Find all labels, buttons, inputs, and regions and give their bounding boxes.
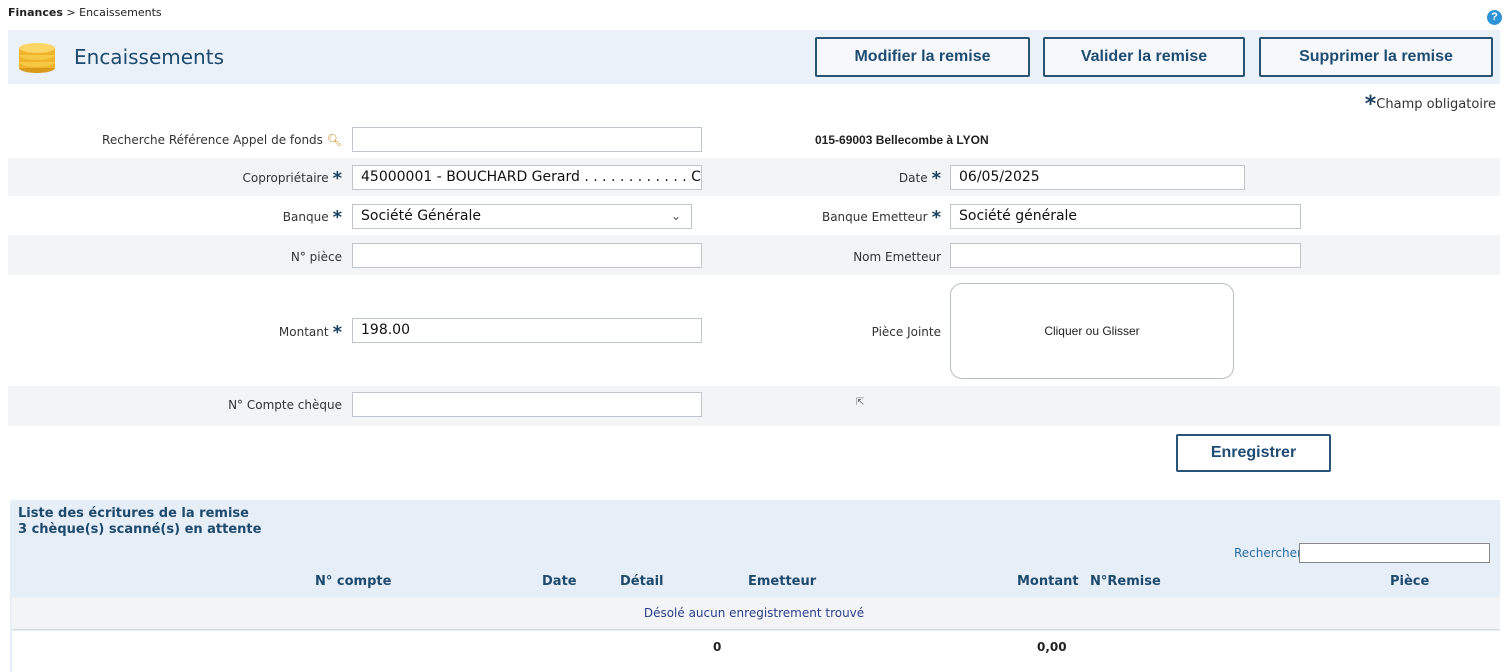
required-star: * [1364, 92, 1377, 117]
required-star: * [332, 322, 342, 343]
breadcrumb-separator: > [66, 6, 76, 19]
property-address: 015-69003 Bellecombe à LYON [815, 133, 989, 147]
column-header-account[interactable]: N° compte [315, 574, 391, 589]
required-star: * [931, 207, 941, 228]
list-title: Liste des écritures de la remise 3 chèqu… [18, 506, 261, 538]
search-ref-input[interactable] [352, 127, 702, 152]
chevron-down-icon: ⌄ [670, 209, 681, 223]
mouse-cursor-icon: ⇱ [856, 397, 865, 408]
column-header-piece[interactable]: Pièce [1390, 574, 1429, 589]
empty-table-message: Désolé aucun enregistrement trouvé [643, 606, 865, 620]
required-note-text: Champ obligatoire [1376, 97, 1496, 112]
page-title: Encaissements [74, 45, 224, 69]
bank-select-value: Société Générale [361, 208, 481, 224]
required-star: * [332, 168, 342, 189]
breadcrumb-root[interactable]: Finances [8, 6, 63, 19]
date-input[interactable]: 06/05/2025 [950, 165, 1245, 190]
owner-input[interactable]: 45000001 - BOUCHARD Gerard . . . . . . .… [352, 165, 702, 190]
column-header-date[interactable]: Date [542, 574, 577, 589]
cheque-account-label: N° Compte chèque [228, 398, 342, 412]
total-count: 0 [713, 640, 722, 654]
total-amount: 0,00 [1037, 640, 1067, 654]
attachment-dropzone[interactable]: Cliquer ou Glisser [950, 283, 1234, 379]
coins-stack-icon [19, 43, 55, 73]
amount-label: Montant * [278, 322, 342, 343]
list-search-label: Rechercher [1234, 546, 1302, 560]
breadcrumb: Finances > Encaissements [8, 6, 162, 19]
column-header-amount[interactable]: Montant [1017, 574, 1079, 589]
delete-remittance-button[interactable]: Supprimer la remise [1259, 37, 1493, 77]
column-header-detail[interactable]: Détail [620, 574, 664, 589]
search-ref-label: Recherche Référence Appel de fonds 🔍︎ [102, 133, 342, 147]
required-star: * [931, 168, 941, 189]
dropzone-text: Cliquer ou Glisser [1044, 324, 1140, 338]
issuer-name-input[interactable] [950, 243, 1301, 268]
column-header-issuer[interactable]: Emetteur [748, 574, 816, 589]
list-search-input[interactable] [1299, 543, 1490, 563]
owner-label: Copropriétaire * [242, 168, 342, 189]
piece-number-label: N° pièce [290, 250, 342, 264]
date-label: Date * [898, 168, 941, 189]
magnifier-icon[interactable]: 🔍︎ [327, 133, 342, 147]
amount-input[interactable]: 198.00 [352, 318, 702, 343]
pending-cheques-count: 3 chèque(s) scanné(s) en attente [18, 522, 262, 537]
save-button[interactable]: Enregistrer [1176, 434, 1331, 472]
issuer-name-label: Nom Emetteur [853, 250, 941, 264]
table-total-row [12, 631, 1500, 672]
attachment-label: Pièce Jointe [871, 325, 941, 339]
piece-number-input[interactable] [352, 243, 702, 268]
modify-remittance-button[interactable]: Modifier la remise [815, 37, 1030, 77]
issuer-bank-input[interactable]: Société générale [950, 204, 1301, 229]
form-row-band [8, 158, 1500, 196]
list-title-line: Liste des écritures de la remise [18, 506, 249, 521]
required-star: * [332, 207, 342, 228]
help-icon[interactable]: ? [1487, 10, 1502, 25]
validate-remittance-button[interactable]: Valider la remise [1043, 37, 1245, 77]
required-field-note: *Champ obligatoire [1365, 92, 1496, 117]
bank-label: Banque * [282, 207, 342, 228]
cheque-account-input[interactable] [352, 392, 702, 417]
column-header-remittance-number[interactable]: N°Remise [1090, 574, 1161, 589]
breadcrumb-current: Encaissements [79, 6, 162, 19]
bank-select[interactable]: Société Générale ⌄ [352, 204, 692, 229]
issuer-bank-label: Banque Emetteur * [821, 207, 941, 228]
